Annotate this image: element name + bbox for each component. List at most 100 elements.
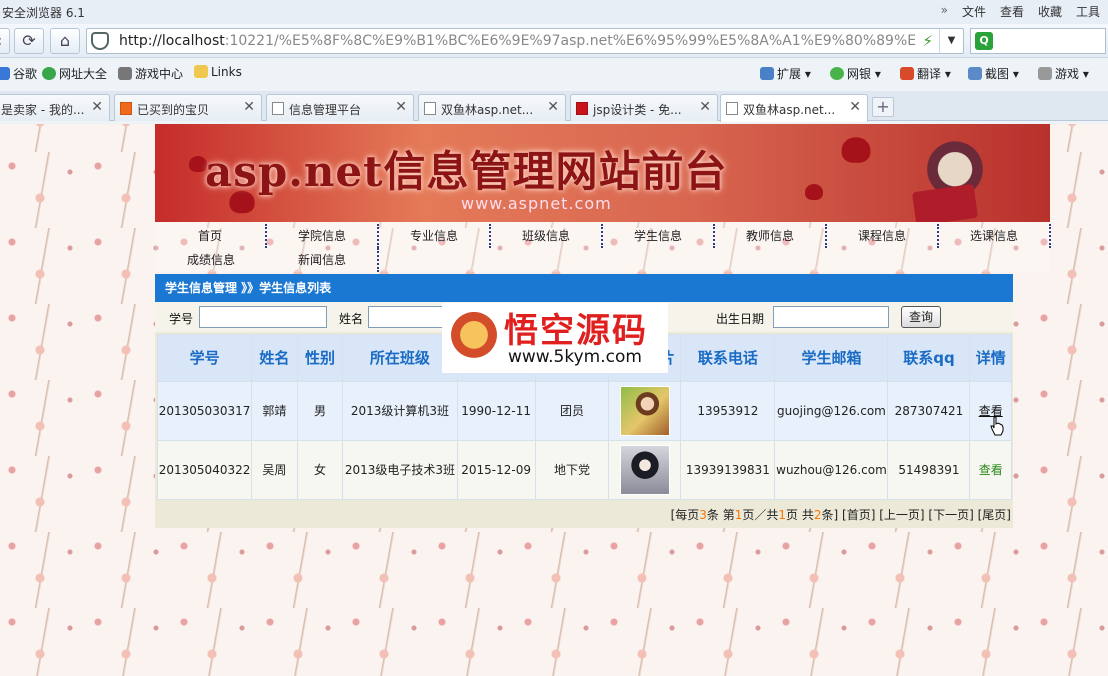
tab-1[interactable]: 是卖家 - 我的... ✕ — [0, 94, 110, 121]
bookmark-google[interactable]: 谷歌 — [0, 65, 37, 82]
title-bar: 安全浏览器 6.1 » 文件 查看 收藏 工具 — [0, 0, 1108, 24]
menu-overflow-icon[interactable]: » — [941, 3, 948, 20]
cell-qq: 287307421 — [888, 382, 970, 440]
table-row: 201305030317 郭靖 男 2013级计算机3班 1990-12-11 … — [158, 382, 1011, 440]
home-icon[interactable]: ⌂ — [50, 28, 80, 54]
close-tab-icon[interactable]: ✕ — [547, 99, 559, 115]
online-bank-button[interactable]: 网银 ▾ — [830, 65, 881, 82]
tab-3[interactable]: 信息管理平台 ✕ — [266, 94, 414, 121]
address-dropdown-icon[interactable]: ▼ — [939, 29, 963, 53]
pager-prev-link[interactable]: [上一页] — [879, 508, 924, 522]
pager-first-link[interactable]: [首页] — [842, 508, 875, 522]
cell-photo — [609, 382, 681, 440]
speed-mode-icon[interactable]: ⚡ — [922, 32, 933, 50]
browser-chrome: 安全浏览器 6.1 » 文件 查看 收藏 工具 ‹ ⟳ ⌂ http://loc… — [0, 0, 1108, 124]
table-row: 201305040322 吴周 女 2013级电子技术3班 2015-12-09… — [158, 441, 1011, 499]
close-tab-icon[interactable]: ✕ — [849, 99, 861, 115]
menu-file[interactable]: 文件 — [962, 3, 986, 20]
close-tab-icon[interactable]: ✕ — [91, 99, 103, 115]
menu-tools[interactable]: 工具 — [1076, 3, 1100, 20]
folder-icon — [194, 65, 208, 78]
cell-phone: 13939139831 — [681, 441, 775, 499]
translate-button[interactable]: 翻译 ▾ — [900, 65, 951, 82]
col-detail: 详情 — [970, 335, 1011, 381]
menu-view[interactable]: 查看 — [1000, 3, 1024, 20]
name-label: 姓名 — [339, 312, 364, 326]
taobao-icon — [120, 102, 132, 115]
search-box[interactable]: Q — [970, 28, 1106, 54]
nav-teachers[interactable]: 教师信息 — [715, 224, 827, 248]
student-no-label: 学号 — [169, 312, 194, 326]
bookmark-game-center[interactable]: 游戏中心 — [118, 65, 183, 82]
bank-icon — [830, 67, 844, 80]
cell-student-no: 201305040322 — [158, 441, 252, 499]
nav-courses[interactable]: 课程信息 — [827, 224, 939, 248]
site-directory-icon — [42, 67, 56, 80]
tab-6-active[interactable]: 双鱼林asp.net... ✕ — [720, 94, 868, 122]
query-button[interactable]: 查询 — [901, 306, 941, 328]
gamepad-icon — [118, 67, 132, 80]
page-icon — [726, 102, 738, 115]
cell-phone: 13953912 — [681, 382, 775, 440]
games-button[interactable]: 游戏 ▾ — [1038, 65, 1089, 82]
view-detail-link[interactable]: 查看 — [979, 463, 1003, 477]
nav-news[interactable]: 新闻信息 — [267, 248, 379, 272]
extensions-button[interactable]: 扩展 ▾ — [760, 65, 811, 82]
nav-majors[interactable]: 专业信息 — [379, 224, 491, 248]
tab-4[interactable]: 双鱼林asp.net... ✕ — [418, 94, 566, 121]
nav-classes[interactable]: 班级信息 — [491, 224, 603, 248]
browser-menu: » 文件 查看 收藏 工具 — [941, 3, 1100, 20]
nav-home[interactable]: 首页 — [155, 224, 267, 248]
tab-2[interactable]: 已买到的宝贝 ✕ — [114, 94, 262, 121]
cell-birth: 2015-12-09 — [457, 441, 535, 499]
pager: [每页3条 第1页／共1页 共2条] [首页] [上一页] [下一页] [尾页] — [671, 506, 1011, 523]
cell-photo — [609, 441, 681, 499]
cell-email: wuzhou@126.com — [775, 441, 888, 499]
extensions-icon — [760, 67, 774, 80]
nav-students[interactable]: 学生信息 — [603, 224, 715, 248]
cell-political: 团员 — [535, 382, 609, 440]
nav-colleges[interactable]: 学院信息 — [267, 224, 379, 248]
bookmark-site-directory[interactable]: 网址大全 — [42, 65, 107, 82]
address-url[interactable]: http://localhost:10221/%E5%8F%8C%E9%B1%B… — [119, 33, 919, 49]
gamepad-icon — [1038, 67, 1052, 80]
scissors-icon — [968, 67, 982, 80]
col-qq: 联系qq — [888, 335, 970, 381]
birth-date-input[interactable] — [773, 306, 889, 328]
banner-subtitle: www.aspnet.com — [461, 194, 612, 213]
close-tab-icon[interactable]: ✕ — [395, 99, 407, 115]
student-no-input[interactable] — [199, 306, 327, 328]
back-button[interactable]: ‹ — [0, 28, 10, 54]
menu-favorites[interactable]: 收藏 — [1038, 3, 1062, 20]
search-engine-icon[interactable]: Q — [975, 32, 993, 50]
hand-cursor-icon — [990, 416, 1004, 436]
col-phone: 联系电话 — [681, 335, 775, 381]
screenshot-button[interactable]: 截图 ▾ — [968, 65, 1019, 82]
col-email: 学生邮箱 — [775, 335, 888, 381]
pager-next-link[interactable]: [下一页] — [928, 508, 973, 522]
bookmarks-bar: 谷歌 网址大全 游戏中心 Links 扩展 ▾ 网银 ▾ 翻译 ▾ 截图 ▾ 游… — [0, 58, 1108, 86]
refresh-icon[interactable]: ⟳ — [14, 28, 44, 54]
nav-grades[interactable]: 成绩信息 — [155, 248, 267, 272]
student-photo — [619, 386, 670, 436]
cell-student-no: 201305030317 — [158, 382, 252, 440]
cell-qq: 51498391 — [888, 441, 970, 499]
close-tab-icon[interactable]: ✕ — [243, 99, 255, 115]
birth-date-label: 出生日期 — [716, 312, 765, 326]
address-bar[interactable]: http://localhost:10221/%E5%8F%8C%E9%B1%B… — [86, 28, 964, 54]
security-shield-icon[interactable] — [91, 32, 109, 50]
cell-political: 地下党 — [535, 441, 609, 499]
cell-name: 吴周 — [252, 441, 297, 499]
pager-last-link[interactable]: [尾页] — [978, 508, 1011, 522]
heart-decoration — [841, 137, 871, 163]
close-tab-icon[interactable]: ✕ — [699, 99, 711, 115]
site-banner: asp.net信息管理网站前台 www.aspnet.com — [155, 124, 1050, 222]
tab-strip: 是卖家 - 我的... ✕ 已买到的宝贝 ✕ 信息管理平台 ✕ 双鱼林asp.n… — [0, 91, 1108, 122]
name-input[interactable] — [368, 306, 444, 328]
main-navigation: 首页 学院信息 专业信息 班级信息 学生信息 教师信息 课程信息 选课信息 成绩… — [155, 222, 1051, 272]
new-tab-button[interactable]: + — [872, 97, 894, 117]
heart-decoration — [805, 184, 823, 200]
bookmark-links[interactable]: Links — [194, 65, 242, 79]
nav-course-selection[interactable]: 选课信息 — [939, 224, 1051, 248]
tab-5[interactable]: jsp设计类 - 免... ✕ — [570, 94, 718, 121]
